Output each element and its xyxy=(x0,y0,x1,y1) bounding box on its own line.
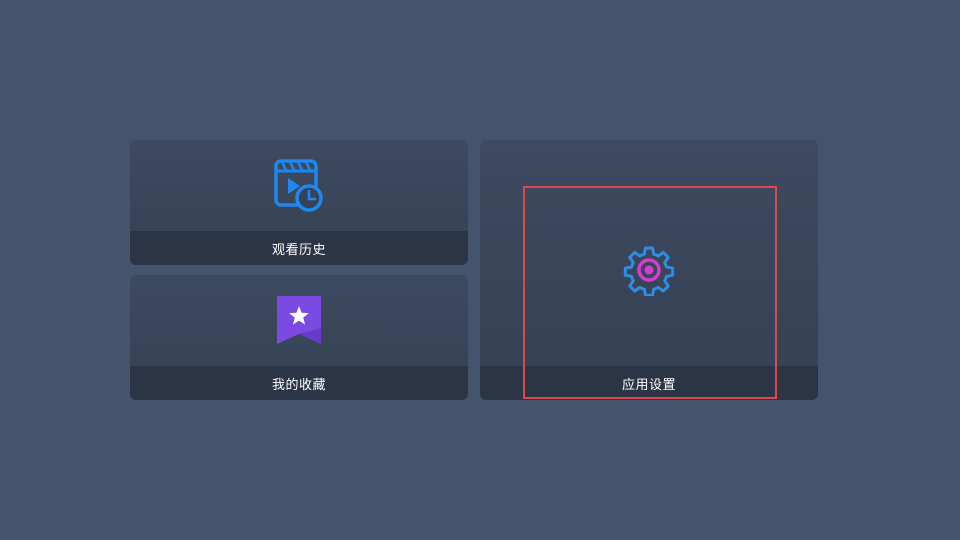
app-settings-tile[interactable]: 应用设置 xyxy=(480,140,818,400)
my-favorites-tile[interactable]: 我的收藏 xyxy=(130,275,468,400)
watch-history-tile[interactable]: 观看历史 xyxy=(130,140,468,265)
my-favorites-label: 我的收藏 xyxy=(130,366,468,400)
bookmark-star-icon xyxy=(271,293,327,349)
home-screen: 观看历史 我的收藏 应用设置 xyxy=(0,0,960,540)
app-settings-label: 应用设置 xyxy=(480,366,818,400)
watch-history-label: 观看历史 xyxy=(130,231,468,265)
clapper-clock-icon xyxy=(271,158,327,214)
gear-icon xyxy=(623,244,675,297)
